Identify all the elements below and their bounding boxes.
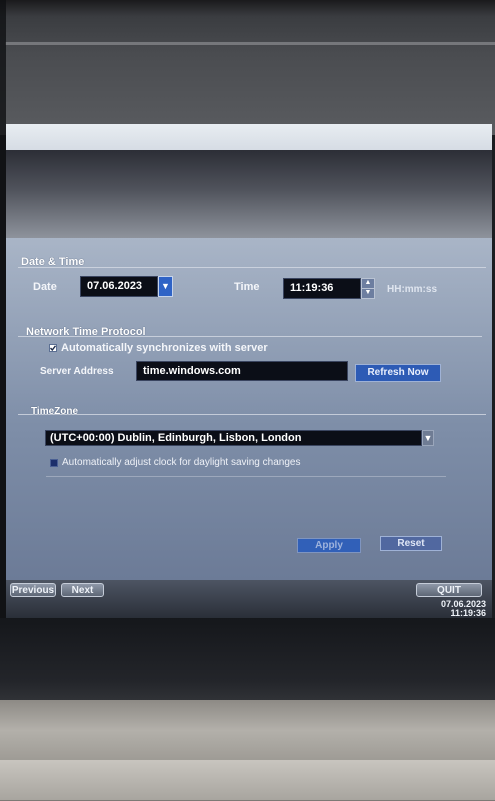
refresh-now-button[interactable]: Refresh Now [355, 364, 441, 382]
monitor-top-bezel [0, 0, 495, 135]
checkmark-icon [50, 345, 56, 351]
reset-button[interactable]: Reset [380, 536, 442, 551]
server-address-field[interactable]: time.windows.com [136, 361, 348, 381]
date-time-group-title: Date & Time [21, 256, 85, 268]
timezone-select[interactable]: (UTC+00:00) Dublin, Edinburgh, Lisbon, L… [45, 430, 422, 446]
time-label: Time [234, 281, 260, 293]
screen-top-strip [6, 124, 492, 150]
settings-screen: Date & Time Date 07.06.2023 ▼ Time 11:19… [6, 124, 492, 618]
group-divider [18, 267, 486, 268]
timezone-group-title: TimeZone [31, 406, 79, 417]
time-format-hint: HH:mm:ss [387, 284, 438, 295]
date-field[interactable]: 07.06.2023 [80, 276, 158, 297]
screen-footer-bar: Previous Next QUIT 07.06.2023 11:19:36 [6, 580, 492, 618]
desk-edge [0, 760, 495, 800]
ntp-group-title: Network Time Protocol [26, 326, 146, 338]
next-button[interactable]: Next [61, 583, 104, 597]
date-time-settings-panel: Date & Time Date 07.06.2023 ▼ Time 11:19… [6, 238, 492, 580]
auto-sync-label: Automatically synchronizes with server [61, 342, 268, 354]
date-dropdown-button[interactable]: ▼ [158, 276, 173, 297]
previous-button[interactable]: Previous [10, 583, 56, 597]
spin-up-icon[interactable]: ▲ [362, 279, 374, 289]
timezone-dropdown-button[interactable]: ▼ [422, 430, 434, 446]
footer-clock-time: 11:19:36 [450, 608, 486, 618]
dst-label: Automatically adjust clock for daylight … [62, 457, 301, 468]
bezel-highlight [5, 42, 495, 45]
quit-button[interactable]: QUIT [416, 583, 482, 597]
time-field[interactable]: 11:19:36 [283, 278, 361, 299]
desk-surface [0, 700, 495, 801]
group-divider [46, 476, 446, 477]
time-spinner[interactable]: ▲ ▼ [361, 278, 375, 299]
chevron-down-icon: ▼ [423, 433, 433, 443]
date-label: Date [33, 281, 57, 293]
spin-down-icon[interactable]: ▼ [362, 289, 374, 299]
group-divider [18, 414, 486, 415]
dst-checkbox[interactable] [50, 459, 58, 467]
chevron-down-icon: ▼ [161, 281, 170, 291]
monitor-bottom-bezel [0, 618, 495, 708]
auto-sync-checkbox[interactable] [49, 344, 57, 352]
apply-button[interactable]: Apply [297, 538, 361, 553]
screen-header-band [6, 150, 492, 238]
server-address-label: Server Address [40, 366, 114, 377]
